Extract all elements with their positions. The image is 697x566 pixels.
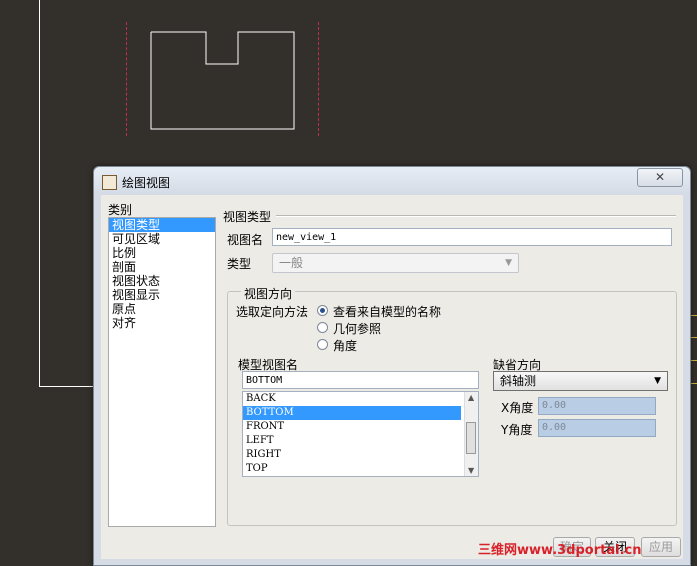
app-icon [102, 175, 117, 190]
scroll-down-icon[interactable]: ▼ [468, 466, 474, 475]
view-name-label: 视图名 [227, 233, 264, 247]
close-icon[interactable]: ✕ [637, 168, 683, 187]
model-view-item[interactable]: BACK [243, 392, 478, 406]
dialog-title: 绘图视图 [122, 176, 171, 190]
orientation-title: 视图方向 [241, 285, 296, 302]
radio-model-view-name-label[interactable]: 查看来自模型的名称 [333, 303, 441, 320]
chevron-down-icon: ▼ [505, 258, 512, 268]
drawing-border-left [39, 0, 40, 387]
drawing-border-bottom [39, 386, 95, 387]
watermark: 三维网www.3dportal.cn [478, 543, 642, 558]
y-angle-input: 0.00 [538, 419, 656, 437]
category-list[interactable]: 视图类型 可见区域 比例 剖面 视图状态 视图显示 原点 对齐 [108, 217, 216, 527]
radio-geometry-reference-label[interactable]: 几何参照 [333, 320, 381, 337]
category-label: 类别 [108, 203, 133, 217]
model-view-item[interactable]: TOP [243, 462, 478, 476]
x-angle-label: X角度 [501, 401, 534, 415]
dialog-body: 类别 视图类型 可见区域 比例 剖面 视图状态 视图显示 原点 对齐 视图类型 … [101, 195, 683, 559]
type-select-value: 一般 [279, 256, 304, 270]
default-orientation-select[interactable]: 斜轴测 ▼ [493, 371, 668, 391]
default-orientation-value: 斜轴测 [500, 374, 537, 388]
centerline-left [126, 22, 127, 136]
radio-geometry-reference[interactable] [317, 322, 328, 333]
apply-button[interactable]: 应用 [641, 537, 681, 557]
model-view-list[interactable]: BACK BOTTOM FRONT LEFT RIGHT TOP ▲ ▼ [242, 391, 479, 477]
type-select: 一般 ▼ [272, 253, 519, 273]
category-item-section[interactable]: 剖面 [109, 260, 215, 274]
centerline-right [318, 22, 319, 136]
model-view-item[interactable]: LEFT [243, 434, 478, 448]
part-outline [150, 31, 295, 130]
scroll-up-icon[interactable]: ▲ [468, 393, 474, 402]
category-item-origin[interactable]: 原点 [109, 302, 215, 316]
drawing-view-dialog: 绘图视图 ✕ 类别 视图类型 可见区域 比例 剖面 视图状态 视图显示 原点 对… [93, 166, 691, 566]
radio-angle[interactable] [317, 339, 328, 350]
model-view-item[interactable]: BOTTOM [243, 406, 461, 420]
model-view-scrollbar[interactable]: ▲ ▼ [464, 392, 478, 476]
scroll-thumb[interactable] [466, 422, 476, 454]
orientation-method-label: 选取定向方法 [236, 305, 309, 319]
view-name-input[interactable]: new_view_1 [272, 228, 672, 246]
category-item-view-display[interactable]: 视图显示 [109, 288, 215, 302]
category-item-visible-area[interactable]: 可见区域 [109, 232, 215, 246]
type-label: 类型 [227, 257, 252, 271]
category-item-view-type[interactable]: 视图类型 [109, 218, 215, 232]
x-angle-input: 0.00 [538, 397, 656, 415]
model-view-item[interactable]: FRONT [243, 420, 478, 434]
view-type-separator [276, 215, 676, 217]
model-view-name-input[interactable]: BOTTOM [242, 371, 479, 389]
y-angle-label: Y角度 [501, 423, 533, 437]
chevron-down-icon: ▼ [654, 376, 661, 386]
view-type-title: 视图类型 [223, 210, 272, 224]
category-item-scale[interactable]: 比例 [109, 246, 215, 260]
model-view-item[interactable]: RIGHT [243, 448, 478, 462]
radio-angle-label[interactable]: 角度 [333, 337, 357, 354]
category-item-alignment[interactable]: 对齐 [109, 316, 215, 330]
dialog-titlebar[interactable]: 绘图视图 ✕ [94, 167, 690, 195]
radio-model-view-name[interactable] [317, 305, 328, 316]
category-item-view-state[interactable]: 视图状态 [109, 274, 215, 288]
